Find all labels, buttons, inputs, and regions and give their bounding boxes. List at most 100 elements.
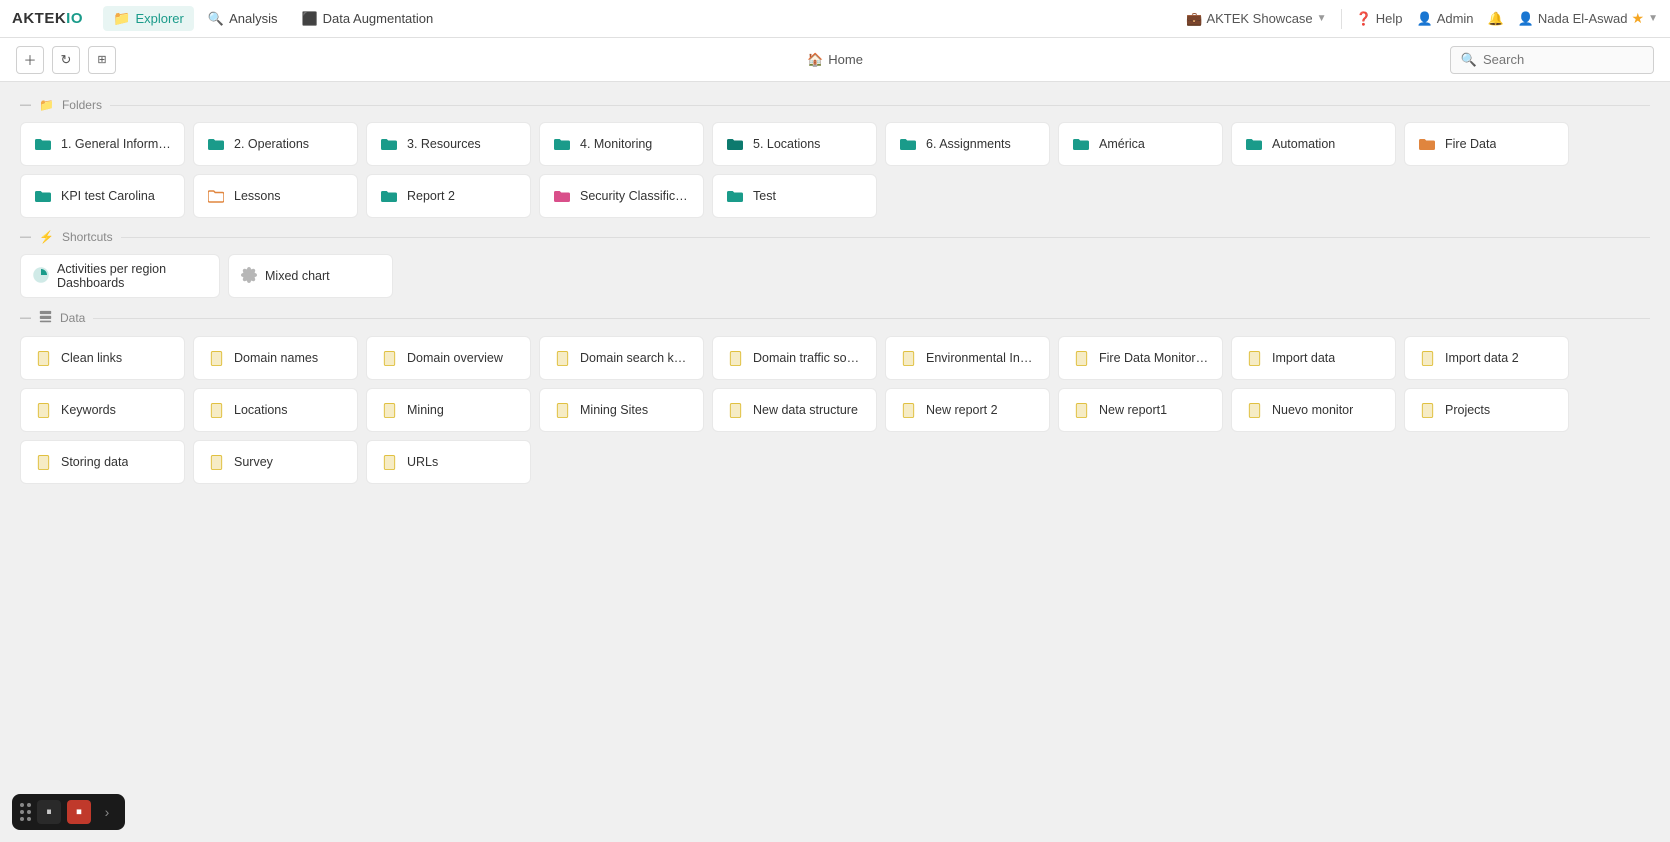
app-logo[interactable]: AKTEKIO xyxy=(12,10,83,27)
stop-button[interactable]: ⏹ xyxy=(67,800,91,824)
shortcut-activities-region[interactable]: Activities per region Dashboards xyxy=(20,254,220,298)
folder-icon xyxy=(552,134,572,154)
nav-item-label: Analysis xyxy=(229,11,277,26)
data-env-incidents[interactable]: Environmental Incidents xyxy=(885,336,1050,380)
admin-item[interactable]: 👤 Admin xyxy=(1417,11,1474,27)
folder-operations[interactable]: 2. Operations xyxy=(193,122,358,166)
data-fire-data-monitor[interactable]: Fire Data Monitor Table xyxy=(1058,336,1223,380)
folder-label: Automation xyxy=(1272,137,1335,151)
notification-item[interactable]: 🔔 xyxy=(1488,11,1504,27)
data-label: Import data 2 xyxy=(1445,351,1519,365)
folder-test[interactable]: Test xyxy=(712,174,877,218)
data-label: Survey xyxy=(234,455,273,469)
pause-button[interactable]: ⏸ xyxy=(37,800,61,824)
user-name: Nada El-Aswad xyxy=(1538,11,1628,26)
data-icon xyxy=(33,348,53,368)
database-icon: ⬛ xyxy=(301,11,317,27)
folders-section-icon: 📁 xyxy=(39,98,54,112)
user-profile[interactable]: 👤 Nada El-Aswad ★ ▼ xyxy=(1518,10,1658,27)
expand-panel-button[interactable]: › xyxy=(97,802,117,822)
data-domain-traffic[interactable]: Domain traffic sources xyxy=(712,336,877,380)
nav-item-analysis[interactable]: 🔍 Analysis xyxy=(198,7,288,31)
data-nuevo-monitor[interactable]: Nuevo monitor xyxy=(1231,388,1396,432)
folder-icon xyxy=(33,134,53,154)
data-label: New report1 xyxy=(1099,403,1167,417)
circle-chart-icon xyxy=(33,267,49,286)
folders-collapse-button[interactable]: — xyxy=(20,99,31,111)
data-new-data-structure[interactable]: New data structure xyxy=(712,388,877,432)
search-icon: 🔍 xyxy=(1461,52,1477,68)
folder-resources[interactable]: 3. Resources xyxy=(366,122,531,166)
folder-icon xyxy=(898,134,918,154)
folder-label: Fire Data xyxy=(1445,137,1496,151)
folder-fire-data[interactable]: Fire Data xyxy=(1404,122,1569,166)
showcase-item[interactable]: 💼 AKTEK Showcase ▼ xyxy=(1186,11,1326,27)
data-domain-overview[interactable]: Domain overview xyxy=(366,336,531,380)
folder-lessons[interactable]: Lessons xyxy=(193,174,358,218)
data-icon xyxy=(1244,348,1264,368)
chevron-down-icon: ▼ xyxy=(1317,13,1327,24)
tree-icon: ⊞ xyxy=(97,53,106,66)
data-locations[interactable]: Locations xyxy=(193,388,358,432)
search-input[interactable] xyxy=(1483,52,1643,67)
folder-assignments[interactable]: 6. Assignments xyxy=(885,122,1050,166)
folder-automation[interactable]: Automation xyxy=(1231,122,1396,166)
search-bar[interactable]: 🔍 xyxy=(1450,46,1654,74)
shortcuts-collapse-button[interactable]: — xyxy=(20,231,31,243)
data-collapse-button[interactable]: — xyxy=(20,312,31,324)
folder-security[interactable]: Security Classification xyxy=(539,174,704,218)
data-new-report2[interactable]: New report 2 xyxy=(885,388,1050,432)
plus-icon: ＋ xyxy=(23,50,36,69)
main-content: — 📁 Folders 1. General Information 2. Op… xyxy=(0,82,1670,842)
data-projects[interactable]: Projects xyxy=(1404,388,1569,432)
folder-icon xyxy=(1417,134,1437,154)
user-status-icon: ★ xyxy=(1632,10,1645,27)
data-label: Domain overview xyxy=(407,351,503,365)
shortcut-label: Activities per region Dashboards xyxy=(57,262,207,290)
tree-button[interactable]: ⊞ xyxy=(88,46,116,74)
data-divider xyxy=(93,318,1650,319)
data-domain-names[interactable]: Domain names xyxy=(193,336,358,380)
data-keywords[interactable]: Keywords xyxy=(20,388,185,432)
data-icon xyxy=(206,400,226,420)
folder-general-info[interactable]: 1. General Information xyxy=(20,122,185,166)
folder-report2[interactable]: Report 2 xyxy=(366,174,531,218)
refresh-button[interactable]: ↻ xyxy=(52,46,80,74)
folder-america[interactable]: América xyxy=(1058,122,1223,166)
data-icon xyxy=(552,348,572,368)
data-label: Projects xyxy=(1445,403,1490,417)
data-section-icon xyxy=(39,310,52,326)
folder-locations[interactable]: 5. Locations xyxy=(712,122,877,166)
folder-icon xyxy=(552,186,572,206)
help-item[interactable]: ❓ Help xyxy=(1356,11,1403,27)
nav-item-explorer[interactable]: 📁 Explorer xyxy=(103,6,194,31)
folder-icon xyxy=(725,186,745,206)
data-storing-data[interactable]: Storing data xyxy=(20,440,185,484)
breadcrumb: 🏠 Home xyxy=(807,52,863,68)
nav-right: 💼 AKTEK Showcase ▼ ❓ Help 👤 Admin 🔔 👤 Na… xyxy=(1186,9,1658,29)
folder-label: 1. General Information xyxy=(61,137,172,151)
shortcuts-divider xyxy=(121,237,1650,238)
folders-section-header: — 📁 Folders xyxy=(20,98,1650,112)
shortcut-mixed-chart[interactable]: Mixed chart xyxy=(228,254,393,298)
data-domain-search-kw[interactable]: Domain search keywords xyxy=(539,336,704,380)
data-label: Domain traffic sources xyxy=(753,351,864,365)
data-icon xyxy=(33,452,53,472)
data-clean-links[interactable]: Clean links xyxy=(20,336,185,380)
data-urls[interactable]: URLs xyxy=(366,440,531,484)
data-mining-sites[interactable]: Mining Sites xyxy=(539,388,704,432)
folder-icon xyxy=(1071,134,1091,154)
folder-kpi-carolina[interactable]: KPI test Carolina xyxy=(20,174,185,218)
data-icon xyxy=(552,400,572,420)
folder-icon xyxy=(33,186,53,206)
toolbar: ＋ ↻ ⊞ 🏠 Home 🔍 xyxy=(0,38,1670,82)
data-mining[interactable]: Mining xyxy=(366,388,531,432)
data-new-report1[interactable]: New report1 xyxy=(1058,388,1223,432)
data-import-data[interactable]: Import data xyxy=(1231,336,1396,380)
data-import-data2[interactable]: Import data 2 xyxy=(1404,336,1569,380)
add-button[interactable]: ＋ xyxy=(16,46,44,74)
data-survey[interactable]: Survey xyxy=(193,440,358,484)
nav-item-data-augmentation[interactable]: ⬛ Data Augmentation xyxy=(291,7,443,31)
gear-chart-icon xyxy=(241,267,257,286)
folder-monitoring[interactable]: 4. Monitoring xyxy=(539,122,704,166)
